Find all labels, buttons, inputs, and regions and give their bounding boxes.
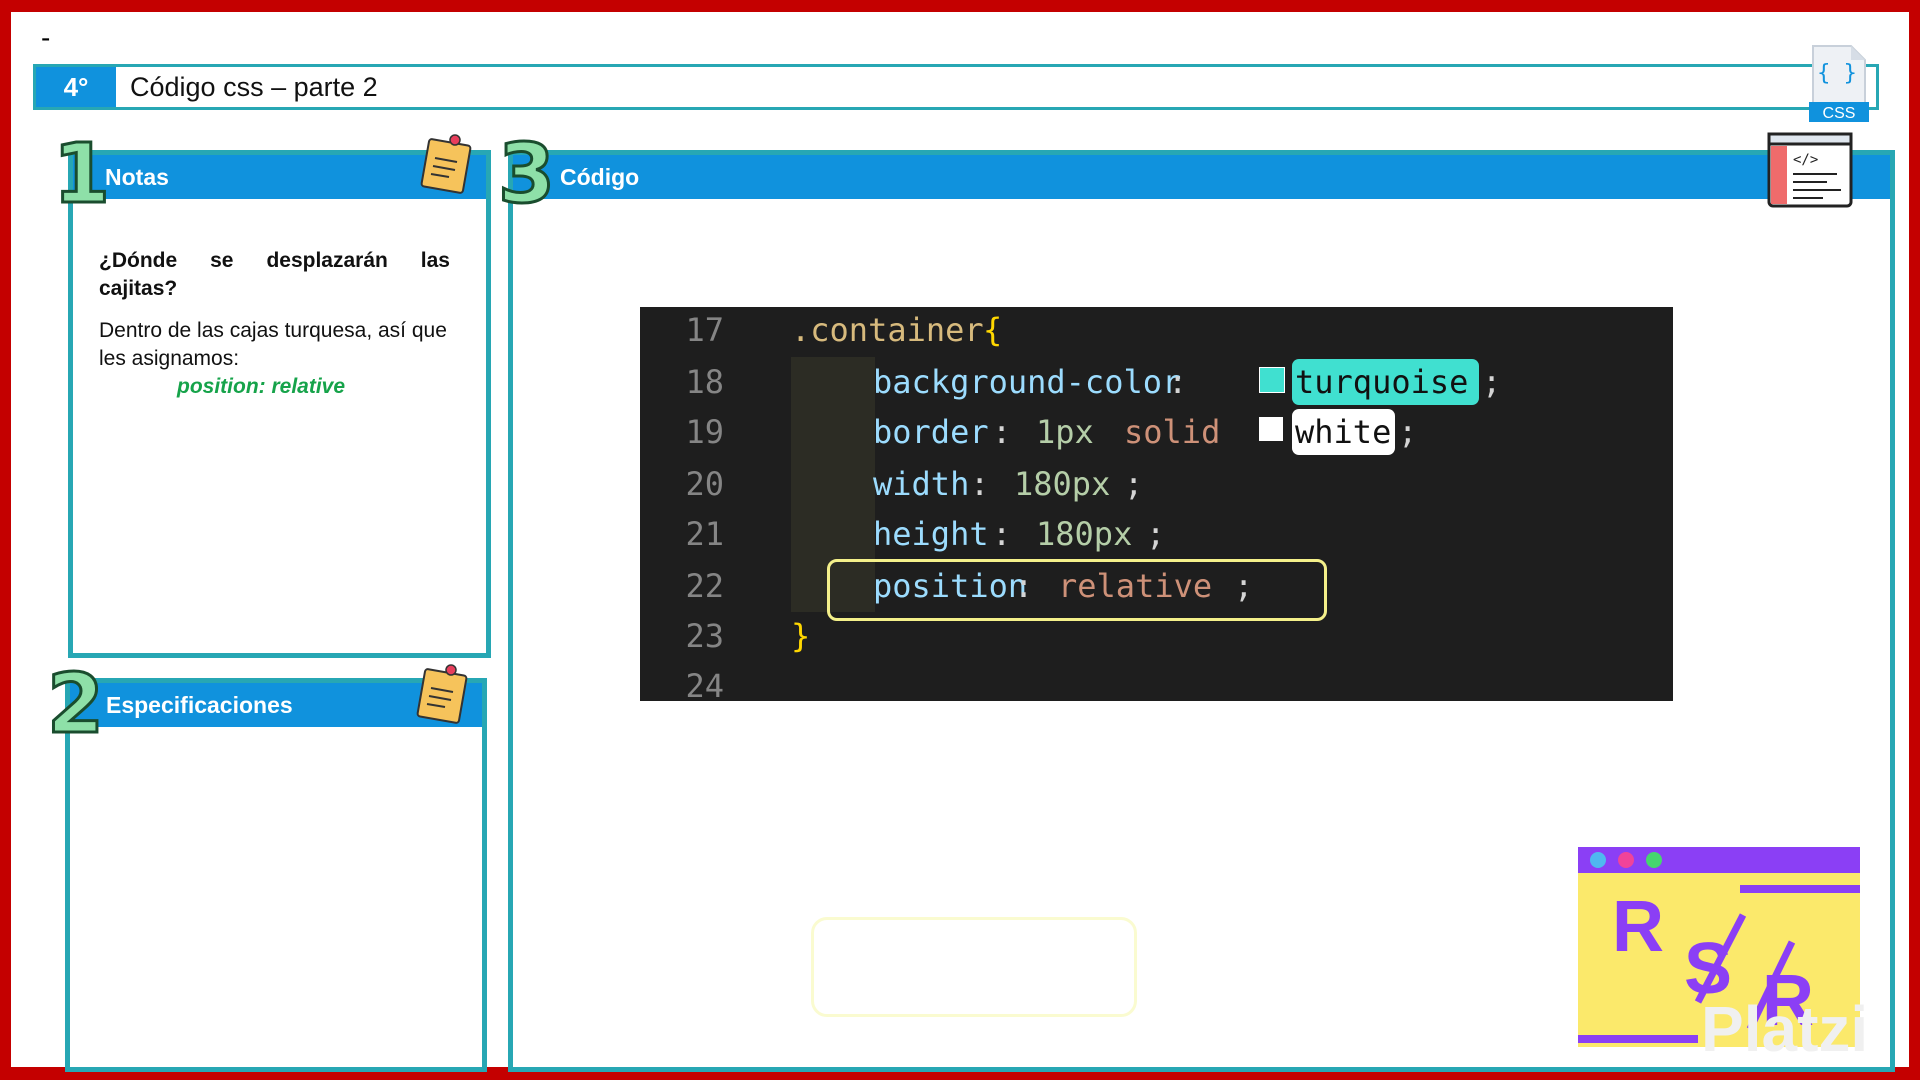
color-swatch-turquoise [1259, 367, 1285, 393]
line-number: 20 [685, 465, 724, 503]
color-swatch-white [1259, 417, 1283, 441]
css-number: 180px [1036, 515, 1133, 553]
section-number-3: 3 [496, 127, 556, 222]
css-property: height [873, 515, 989, 553]
close-brace: } [791, 617, 811, 655]
svg-text:R: R [1612, 887, 1664, 967]
css-property: border [873, 413, 989, 451]
code-editor: 17 18 19 20 21 22 23 24 .container { bac… [640, 307, 1673, 701]
code-window-icon: </> [1767, 132, 1853, 208]
notes-body: ¿Dónde se desplazarán las cajitas? Dentr… [99, 247, 450, 401]
platzi-watermark: Platzi [1701, 993, 1869, 1065]
sticky-note-icon [416, 664, 468, 724]
title-bar: 4° Código css – parte 2 [33, 64, 1879, 110]
line-number: 17 [685, 311, 724, 349]
section-number-1: 1 [51, 127, 111, 222]
svg-text:{ }: { } [1817, 61, 1857, 86]
notes-answer: Dentro de las cajas turquesa, así que le… [99, 319, 447, 370]
css-keyword: relative [1058, 567, 1213, 605]
svg-text:CSS: CSS [1823, 105, 1856, 122]
css-file-icon: { } CSS [1809, 45, 1869, 122]
notes-question: ¿Dónde se desplazarán las cajitas? [99, 249, 450, 300]
semicolon: ; [1234, 567, 1254, 605]
css-keyword: solid [1124, 413, 1221, 451]
line-number: 22 [685, 567, 724, 605]
semicolon: ; [1146, 515, 1166, 553]
colon: : [1168, 363, 1207, 401]
line-number: 19 [685, 413, 724, 451]
css-number: 180px [1014, 465, 1111, 503]
notes-panel: Notas ¿Dónde se desplazarán las cajitas?… [68, 150, 491, 658]
css-property: background-color [873, 363, 1182, 401]
css-property: position [873, 567, 1028, 605]
line-number: 23 [685, 617, 724, 655]
empty-callout-box [811, 917, 1137, 1017]
dash-mark: - [41, 22, 51, 53]
sticky-note-icon [420, 134, 472, 194]
line-number: 24 [685, 667, 724, 701]
notes-highlight: position: relative [177, 375, 346, 398]
line-number: 18 [685, 363, 724, 401]
semicolon: ; [1124, 465, 1144, 503]
colon: : [1014, 567, 1053, 605]
colon: : [970, 465, 1009, 503]
specs-panel: Especificaciones [65, 678, 487, 1072]
semicolon: ; [1398, 413, 1418, 451]
colon: : [992, 413, 1031, 451]
line-number: 21 [685, 515, 724, 553]
css-value: turquoise [1295, 363, 1469, 401]
code-header: Código [513, 155, 1890, 199]
page-title: Código css – parte 2 [130, 71, 378, 102]
css-number: 1px [1036, 413, 1094, 451]
css-property: width [873, 465, 970, 503]
css-selector: .container [791, 311, 984, 349]
colon: : [992, 515, 1031, 553]
semicolon: ; [1482, 363, 1502, 401]
svg-text:</>: </> [1793, 152, 1818, 168]
slide: - 4° Código css – parte 2 { } CSS Notas … [11, 12, 1909, 1072]
open-brace: { [983, 311, 1003, 349]
css-value: white [1295, 413, 1392, 451]
section-number-2: 2 [45, 657, 105, 752]
step-number: 4° [36, 67, 116, 107]
